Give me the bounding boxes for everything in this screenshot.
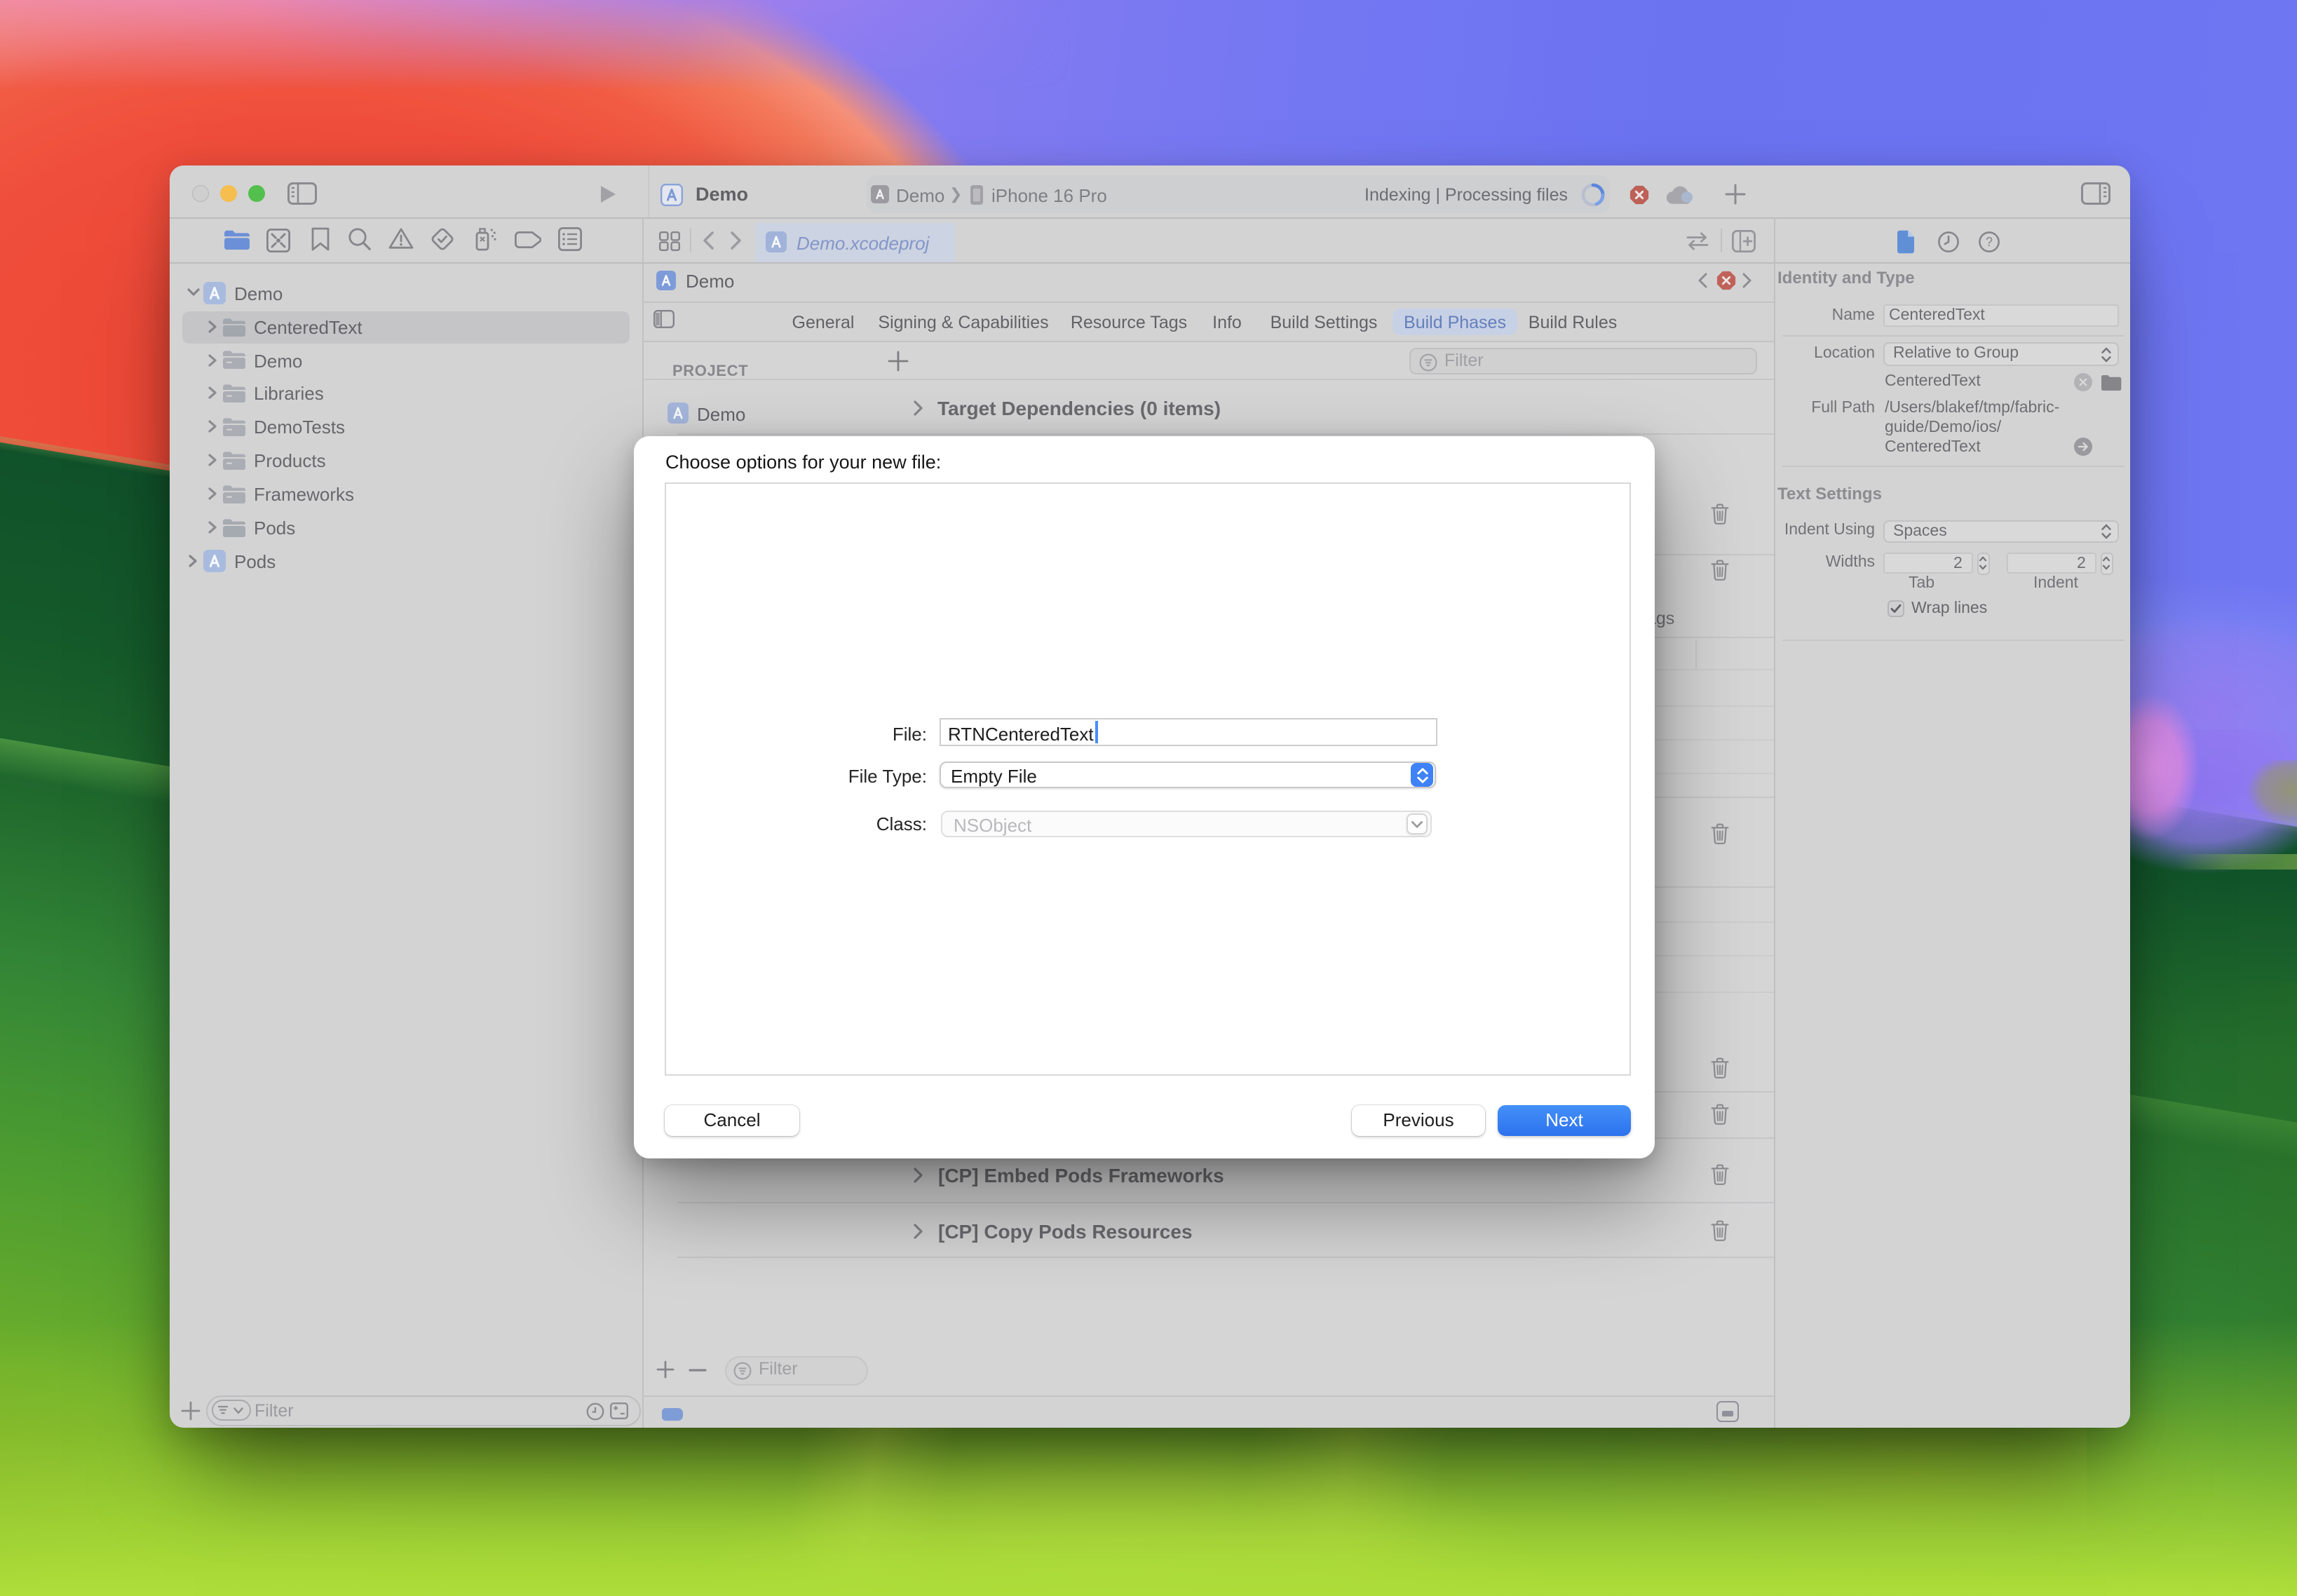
svg-text:?: ? <box>1986 235 1993 249</box>
